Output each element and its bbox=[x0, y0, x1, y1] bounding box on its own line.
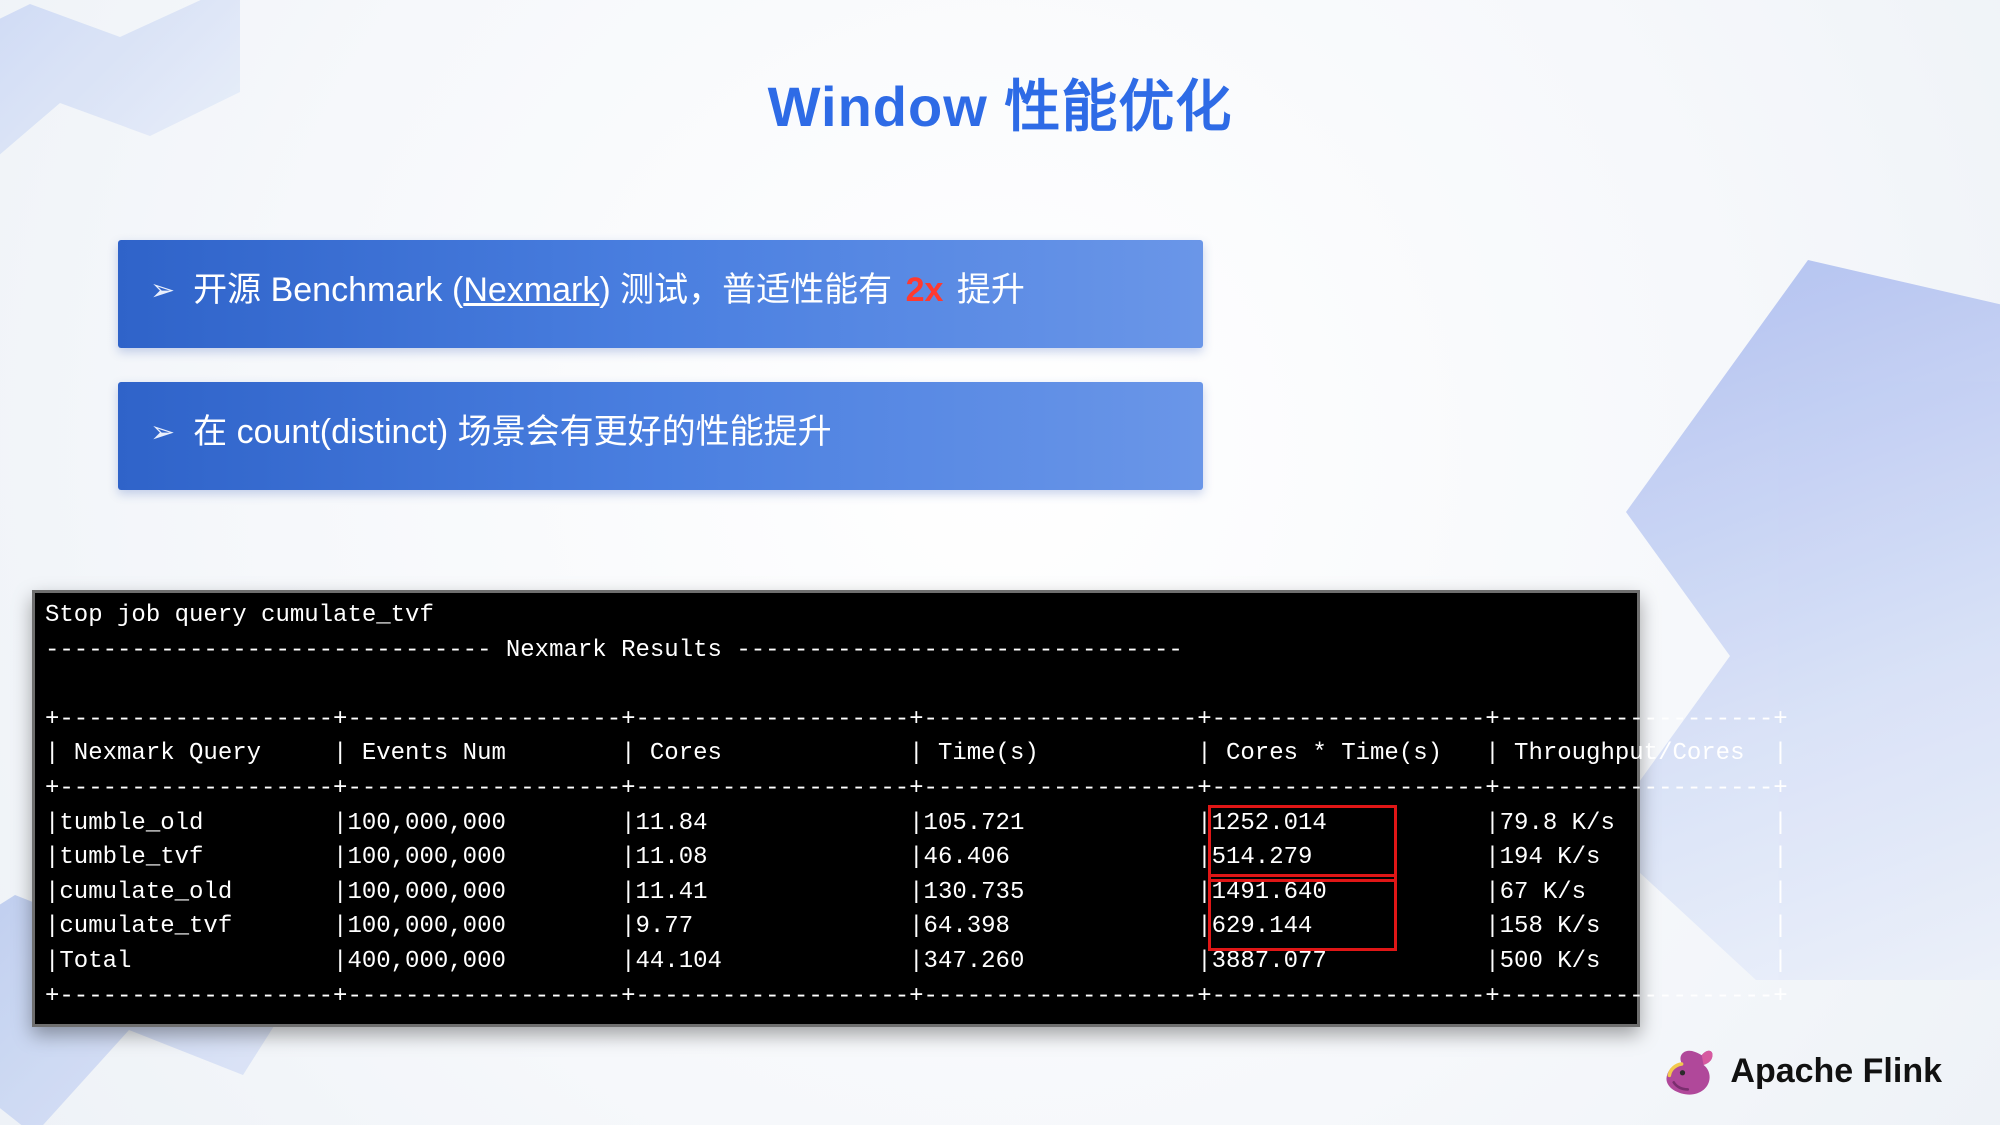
bullet-1-mid: ) 测试，普适性能有 bbox=[599, 271, 901, 309]
decorative-cloud-right bbox=[1600, 260, 2000, 980]
footer-product-name: Apache Flink bbox=[1730, 1052, 1942, 1091]
terminal-output: Stop job query cumulate_tvf ------------… bbox=[35, 593, 1637, 1024]
bullet-arrow-icon: ➢ bbox=[150, 271, 175, 312]
bullet-arrow-icon: ➢ bbox=[150, 413, 175, 454]
bullet-1-post: 提升 bbox=[947, 271, 1024, 309]
bullet-1-link: Nexmark bbox=[463, 271, 599, 309]
bullet-1-text: 开源 Benchmark (Nexmark) 测试，普适性能有 2x 提升 bbox=[193, 268, 1171, 314]
bullet-list: ➢ 开源 Benchmark (Nexmark) 测试，普适性能有 2x 提升 … bbox=[118, 240, 1203, 524]
flink-squirrel-icon bbox=[1658, 1043, 1714, 1099]
terminal-window: Stop job query cumulate_tvf ------------… bbox=[32, 590, 1640, 1027]
slide-title: Window 性能优化 bbox=[0, 62, 2000, 143]
bullet-1: ➢ 开源 Benchmark (Nexmark) 测试，普适性能有 2x 提升 bbox=[118, 240, 1203, 348]
slide-root: Window 性能优化 ➢ 开源 Benchmark (Nexmark) 测试，… bbox=[0, 0, 2000, 1125]
bullet-2: ➢ 在 count(distinct) 场景会有更好的性能提升 bbox=[118, 382, 1203, 490]
bullet-1-pre: 开源 Benchmark ( bbox=[193, 271, 463, 309]
bullet-2-text: 在 count(distinct) 场景会有更好的性能提升 bbox=[193, 410, 1171, 456]
bullet-1-highlight: 2x bbox=[902, 271, 948, 309]
footer-logo: Apache Flink bbox=[1658, 1043, 1942, 1099]
